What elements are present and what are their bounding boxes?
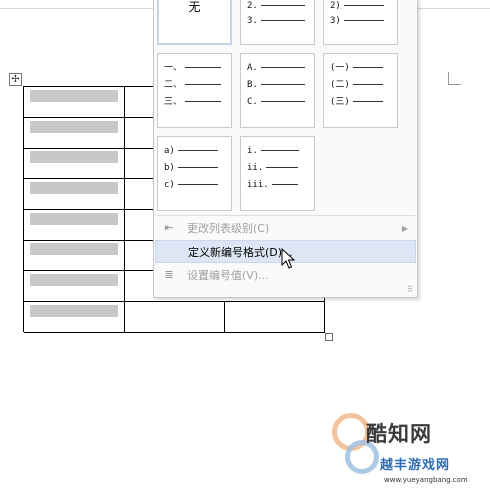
change-list-level-menu-item[interactable]: ⇤ 更改列表级别(C) ▶ [155, 217, 416, 240]
set-numbering-value-label: 设置编号值(V)... [187, 269, 269, 282]
table-cell[interactable] [24, 179, 125, 209]
tile-line: B. [247, 78, 305, 92]
numbering-tile-chinese[interactable]: 一、 二、 三、 [157, 53, 232, 128]
table-cell[interactable] [24, 210, 125, 240]
tile-line: a) [164, 144, 218, 158]
table-resize-handle[interactable] [325, 333, 333, 341]
table-row [24, 302, 325, 333]
tile-line: 3) [330, 14, 384, 28]
tile-line: (一) [330, 61, 383, 75]
submenu-arrow-icon: ▶ [401, 224, 408, 233]
table-cell[interactable] [125, 302, 225, 332]
cell-shading [30, 213, 118, 225]
table-move-handle-icon[interactable]: ✢ [9, 73, 22, 86]
numbering-tile-upper-alpha[interactable]: A. B. C. [240, 53, 315, 128]
numbering-tile-lower-alpha[interactable]: a) b) c) [157, 136, 232, 211]
table-cell[interactable] [24, 148, 125, 178]
tile-line: 2) [330, 0, 384, 13]
watermark-brand: 酷知网 [366, 422, 432, 446]
tile-line: (三) [330, 95, 383, 109]
cell-shading [30, 121, 118, 133]
tile-line: c) [164, 178, 218, 192]
cell-shading [30, 151, 118, 163]
tile-line: i. [247, 144, 299, 158]
tile-line: 2. [247, 0, 305, 13]
cell-shading [30, 90, 118, 102]
tile-line: C. [247, 95, 305, 109]
define-new-number-format-label: 定义新编号格式(D)... [188, 246, 293, 259]
tile-line: 二、 [164, 78, 222, 92]
cell-shading [30, 305, 118, 317]
mouse-pointer-icon [281, 248, 295, 269]
tile-line: 三、 [164, 95, 222, 109]
numbering-tile-decimal[interactable]: 2. 3. [240, 0, 315, 45]
numbering-tile-none[interactable]: 无 [157, 0, 232, 45]
resize-grip-icon[interactable]: ⠿ [407, 285, 413, 294]
menu-separator [156, 215, 415, 216]
tile-line: b) [164, 161, 218, 175]
watermark-brand-secondary: 越丰游戏网 [380, 458, 451, 473]
tile-line: (二) [330, 78, 383, 92]
table-cell[interactable] [24, 240, 125, 270]
change-list-level-label: 更改列表级别(C) [187, 222, 270, 235]
tile-line: iii. [247, 178, 298, 192]
table-cell[interactable] [24, 118, 125, 148]
list-level-icon: ⇤ [164, 221, 174, 234]
margin-corner-mark [448, 72, 461, 85]
table-cell[interactable] [24, 271, 125, 301]
tile-line: 3. [247, 14, 305, 28]
cell-shading [30, 182, 118, 194]
tile-line: 一、 [164, 61, 222, 75]
numbering-tile-chinese-paren[interactable]: (一) (二) (三) [323, 53, 398, 128]
table-cell[interactable] [225, 302, 325, 332]
cell-shading [30, 243, 118, 255]
tile-line: ii. [247, 161, 299, 175]
numbering-tile-paren[interactable]: 2) 3) [323, 0, 398, 45]
tile-line: A. [247, 61, 305, 75]
numbering-tile-roman[interactable]: i. ii. iii. [240, 136, 315, 211]
tile-none-label: 无 [188, 0, 201, 14]
table-cell[interactable] [24, 302, 125, 332]
table-cell[interactable] [24, 87, 125, 117]
cell-shading [30, 274, 118, 286]
numbering-value-icon: ≣ [164, 268, 174, 281]
watermark-url: www.yueyangbang.com [384, 476, 468, 484]
